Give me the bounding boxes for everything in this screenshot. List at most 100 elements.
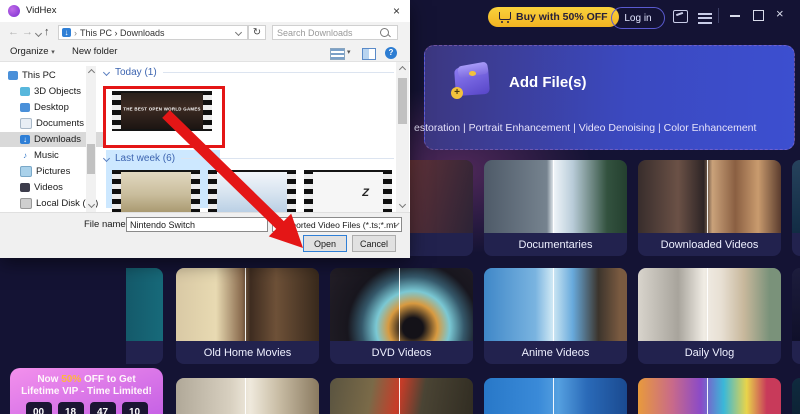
collapse-chevron-icon bbox=[103, 69, 110, 76]
card-preview-image bbox=[484, 268, 627, 341]
3d-objects-icon bbox=[20, 87, 30, 96]
card-label: Old Home Movies bbox=[176, 341, 319, 364]
scroll-down-icon[interactable] bbox=[399, 201, 406, 208]
card-label bbox=[792, 341, 800, 364]
card-preview-image bbox=[638, 378, 781, 414]
add-files-dropzone[interactable]: + Add File(s) estoration | Portrait Enha… bbox=[424, 45, 795, 150]
sidebar-scrollbar[interactable] bbox=[86, 66, 96, 212]
sidebar-item-label: Downloads bbox=[34, 134, 81, 145]
sidebar-scroll-thumb[interactable] bbox=[87, 144, 95, 174]
card-preview-image bbox=[330, 268, 473, 341]
category-card-documentaries[interactable]: Documentaries bbox=[484, 160, 627, 256]
video-thumbnail[interactable] bbox=[208, 170, 296, 212]
category-card[interactable] bbox=[176, 378, 319, 414]
sidebar-item-label: This PC bbox=[22, 70, 56, 81]
app-close-button[interactable]: × bbox=[776, 6, 784, 21]
feature-list: estoration | Portrait Enhancement | Vide… bbox=[414, 122, 756, 134]
dialog-chrome: ← → ↑ ↓ › This PC › Downloads ↻ Search D… bbox=[0, 22, 410, 62]
scroll-up-icon[interactable] bbox=[399, 66, 406, 73]
refresh-icon: ↻ bbox=[253, 27, 261, 38]
category-card[interactable] bbox=[126, 268, 163, 364]
local-disk-c--icon bbox=[20, 198, 32, 209]
promo-banner[interactable]: Now 50% OFF to Get Lifetime VIP - Time L… bbox=[10, 368, 163, 414]
add-files-icon: + bbox=[451, 61, 493, 101]
forward-icon[interactable]: → bbox=[22, 26, 33, 38]
view-chevron-icon[interactable]: ▾ bbox=[347, 48, 351, 56]
file-name-input[interactable]: Nintendo Switch bbox=[126, 217, 268, 232]
countdown-segment: 00 bbox=[26, 402, 52, 414]
buy-button[interactable]: Buy with 50% OFF bbox=[488, 7, 619, 27]
documents-icon bbox=[20, 118, 32, 129]
file-list-scroll-thumb[interactable] bbox=[398, 78, 407, 124]
category-card[interactable] bbox=[638, 378, 781, 414]
dialog-titlebar: VidHex × bbox=[0, 0, 410, 22]
category-card[interactable] bbox=[484, 378, 627, 414]
screen: Buy with 50% OFF Log in × + Add File(s) … bbox=[0, 0, 800, 414]
category-card[interactable] bbox=[792, 378, 800, 414]
titlebar-divider bbox=[718, 8, 719, 23]
video-thumbnail[interactable]: Z bbox=[304, 170, 392, 212]
new-folder-button[interactable]: New folder bbox=[72, 46, 117, 57]
sidebar-item-this-pc[interactable]: This PC bbox=[0, 68, 92, 83]
desktop-icon bbox=[20, 103, 30, 112]
help-button[interactable]: ? bbox=[385, 47, 397, 59]
scroll-up-icon[interactable] bbox=[87, 69, 94, 76]
card-preview-image bbox=[176, 378, 319, 414]
category-card-dvd-videos[interactable]: DVD Videos bbox=[330, 268, 473, 364]
cancel-button[interactable]: Cancel bbox=[352, 235, 396, 252]
category-card-downloaded-videos[interactable]: Downloaded Videos bbox=[638, 160, 781, 256]
card-label bbox=[792, 233, 800, 256]
sidebar-item-label: 3D Objects bbox=[34, 86, 81, 97]
history-chevron-icon[interactable] bbox=[35, 30, 42, 37]
card-preview-image bbox=[792, 268, 800, 341]
card-label: Documentaries bbox=[484, 233, 627, 256]
card-row bbox=[126, 378, 800, 414]
card-preview-image bbox=[176, 268, 319, 341]
category-card[interactable] bbox=[792, 268, 800, 364]
promo-line2: Lifetime VIP - Time Limited! bbox=[10, 386, 163, 398]
breadcrumb-chevron-icon[interactable] bbox=[235, 29, 242, 36]
category-card-anime-videos[interactable]: Anime Videos bbox=[484, 268, 627, 364]
countdown-timer: 00184710 bbox=[10, 402, 163, 414]
preview-pane-icon[interactable] bbox=[362, 48, 376, 60]
maximize-button[interactable] bbox=[753, 10, 764, 21]
category-card-old-home-movies[interactable]: Old Home Movies bbox=[176, 268, 319, 364]
organize-menu[interactable]: Organize ▾ bbox=[10, 46, 55, 57]
buy-button-label: Buy with 50% OFF bbox=[516, 11, 608, 23]
category-card[interactable] bbox=[330, 378, 473, 414]
open-button[interactable]: Open bbox=[303, 235, 347, 252]
app-titlebar: Buy with 50% OFF Log in × bbox=[410, 0, 800, 32]
group-header-last-week[interactable]: Last week (6) bbox=[104, 153, 394, 164]
add-files-title: Add File(s) bbox=[509, 74, 587, 91]
music-icon: ♪ bbox=[20, 151, 30, 160]
back-icon[interactable]: ← bbox=[8, 26, 19, 38]
video-thumbnail[interactable] bbox=[112, 170, 200, 212]
dialog-close-button[interactable]: × bbox=[393, 4, 400, 18]
sidebar-item-label: Documents bbox=[36, 118, 84, 129]
menu-icon[interactable] bbox=[698, 10, 712, 26]
promo-line1: Now 50% OFF to Get bbox=[10, 374, 163, 386]
card-preview-image bbox=[792, 378, 800, 414]
change-view-icon[interactable] bbox=[330, 48, 345, 60]
minimize-button[interactable] bbox=[730, 15, 740, 17]
login-button[interactable]: Log in bbox=[611, 7, 665, 29]
pictures-icon bbox=[20, 166, 32, 177]
scroll-down-icon[interactable] bbox=[87, 201, 94, 208]
card-row: Old Home Movies DVD Videos Anime Videos Dai… bbox=[126, 268, 800, 364]
feedback-icon[interactable] bbox=[673, 10, 688, 23]
card-label: Daily Vlog bbox=[638, 341, 781, 364]
category-card[interactable] bbox=[792, 160, 800, 256]
card-preview-image bbox=[126, 268, 163, 341]
up-icon[interactable]: ↑ bbox=[44, 26, 50, 38]
card-label bbox=[126, 341, 163, 364]
category-card-daily-vlog[interactable]: Daily Vlog bbox=[638, 268, 781, 364]
refresh-button[interactable]: ↻ bbox=[248, 25, 266, 40]
file-list-scrollbar[interactable] bbox=[396, 62, 409, 212]
card-label: DVD Videos bbox=[330, 341, 473, 364]
breadcrumb[interactable]: ↓ › This PC › Downloads bbox=[58, 25, 248, 40]
sidebar-item-label: Pictures bbox=[36, 166, 70, 177]
search-input[interactable]: Search Downloads bbox=[272, 25, 398, 40]
file-type-select[interactable]: Supported Video Files (*.ts;*.mt bbox=[272, 217, 402, 232]
sidebar-item-label: Music bbox=[34, 150, 59, 161]
group-header-today[interactable]: Today (1) bbox=[104, 67, 394, 78]
